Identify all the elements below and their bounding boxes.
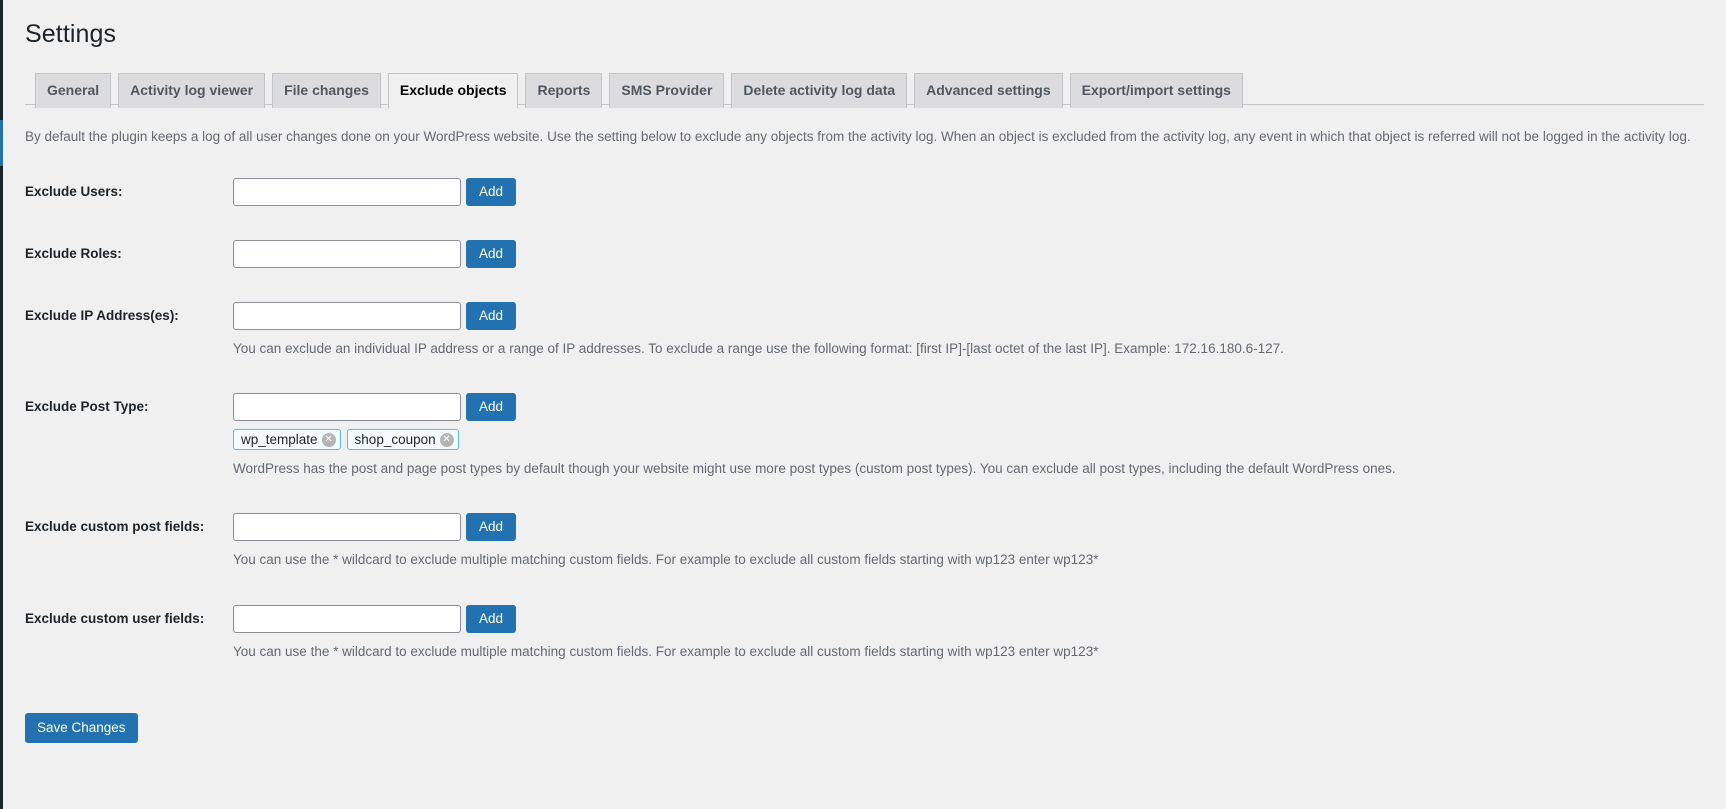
- chip-remove-icon[interactable]: ✕: [439, 432, 454, 447]
- label-exclude-custom-user-fields: Exclude custom user fields:: [25, 610, 205, 626]
- label-exclude-custom-post-fields: Exclude custom post fields:: [25, 519, 205, 535]
- cell-exclude-users: Add: [233, 161, 1704, 223]
- chip-remove-icon[interactable]: ✕: [321, 432, 336, 447]
- submit-area: Save Changes: [25, 679, 1704, 743]
- exclude-users-add-button[interactable]: Add: [466, 177, 517, 206]
- settings-page: Settings General Activity log viewer File …: [3, 0, 1726, 809]
- cell-exclude-custom-user-fields: Add You can use the * wildcard to exclud…: [233, 588, 1704, 679]
- tab-export-import-settings[interactable]: Export/import settings: [1069, 72, 1243, 108]
- exclude-post-type-description: WordPress has the post and page post typ…: [233, 461, 1396, 476]
- chip-shop-coupon: shop_coupon ✕: [346, 429, 459, 450]
- intro-description: By default the plugin keeps a log of all…: [25, 128, 1691, 144]
- cell-exclude-roles: Add: [233, 223, 1704, 285]
- exclude-custom-post-fields-description: You can use the * wildcard to exclude mu…: [233, 552, 1099, 568]
- tab-activity-log-viewer[interactable]: Activity log viewer: [118, 72, 266, 108]
- chip-wp-template: wp_template ✕: [233, 429, 341, 450]
- tab-reports[interactable]: Reports: [525, 72, 603, 108]
- row-exclude-ip: Exclude IP Address(es): Add You can excl…: [25, 285, 1704, 376]
- tab-exclude-objects[interactable]: Exclude objects: [387, 72, 519, 109]
- label-exclude-post-type: Exclude Post Type:: [25, 399, 149, 414]
- exclude-ip-input[interactable]: [233, 301, 461, 330]
- exclude-custom-user-fields-input[interactable]: [233, 604, 461, 633]
- cell-exclude-post-type: Add wp_template ✕ shop_coupon ✕ WordPres…: [233, 376, 1704, 496]
- exclude-post-type-add-button[interactable]: Add: [466, 393, 517, 421]
- tab-advanced-settings[interactable]: Advanced settings: [914, 72, 1063, 108]
- tab-delete-activity-log-data[interactable]: Delete activity log data: [731, 72, 908, 108]
- cell-exclude-custom-post-fields: Add You can use the * wildcard to exclud…: [233, 496, 1704, 587]
- row-exclude-custom-post-fields: Exclude custom post fields: Add You can …: [25, 496, 1704, 587]
- chip-label: wp_template: [241, 431, 318, 447]
- settings-tabs: General Activity log viewer File changes Ex…: [25, 63, 1704, 109]
- exclude-custom-post-fields-add-button[interactable]: Add: [466, 513, 517, 542]
- exclude-objects-form: Exclude Users: Add Exclude Roles: Add Ex…: [25, 161, 1704, 679]
- exclude-post-type-chip-list: wp_template ✕ shop_coupon ✕: [233, 429, 1694, 450]
- row-exclude-post-type: Exclude Post Type: Add wp_template ✕ sho…: [25, 376, 1704, 496]
- exclude-custom-user-fields-description: You can use the * wildcard to exclude mu…: [233, 643, 1099, 659]
- row-exclude-roles: Exclude Roles: Add: [25, 223, 1704, 285]
- tab-file-changes[interactable]: File changes: [272, 72, 381, 108]
- exclude-post-type-input[interactable]: [233, 393, 461, 421]
- chip-label: shop_coupon: [354, 431, 436, 447]
- exclude-custom-user-fields-add-button[interactable]: Add: [466, 604, 517, 633]
- exclude-ip-add-button[interactable]: Add: [466, 301, 517, 330]
- exclude-users-input[interactable]: [233, 177, 461, 206]
- tab-general[interactable]: General: [35, 72, 112, 108]
- row-exclude-custom-user-fields: Exclude custom user fields: Add You can …: [25, 588, 1704, 679]
- exclude-roles-input[interactable]: [233, 239, 461, 268]
- cell-exclude-ip: Add You can exclude an individual IP add…: [233, 285, 1704, 376]
- exclude-roles-add-button[interactable]: Add: [466, 239, 517, 268]
- label-exclude-roles: Exclude Roles:: [25, 245, 122, 261]
- exclude-ip-description: You can exclude an individual IP address…: [233, 340, 1284, 356]
- exclude-custom-post-fields-input[interactable]: [233, 513, 461, 542]
- label-exclude-ip: Exclude IP Address(es):: [25, 307, 179, 323]
- row-exclude-users: Exclude Users: Add: [25, 161, 1704, 223]
- save-changes-button[interactable]: Save Changes: [25, 712, 138, 743]
- label-exclude-users: Exclude Users:: [25, 183, 123, 199]
- tab-sms-provider[interactable]: SMS Provider: [609, 72, 725, 108]
- page-title: Settings: [25, 20, 117, 48]
